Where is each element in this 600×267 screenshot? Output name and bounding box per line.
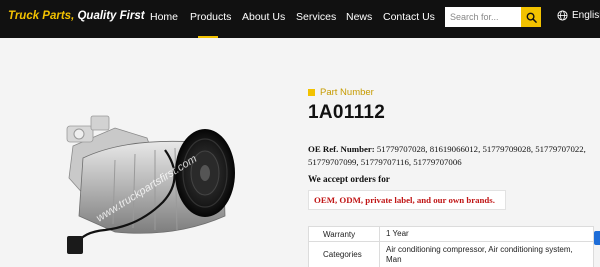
spec-value-categories: Air conditioning compressor, Air conditi… — [379, 241, 594, 267]
search-input[interactable] — [445, 7, 521, 27]
product-image[interactable]: www.truckpartsfirst.com — [55, 98, 245, 263]
brand-options-text: OEM, ODM, private label, and our own bra… — [314, 195, 495, 205]
nav-news[interactable]: News — [346, 11, 372, 23]
nav-products[interactable]: Products — [190, 11, 231, 23]
nav-home[interactable]: Home — [150, 11, 178, 23]
spec-value-warranty: 1 Year — [379, 226, 594, 242]
active-nav-indicator — [198, 36, 218, 38]
part-number: 1A01112 — [308, 102, 386, 123]
part-number-label: Part Number — [308, 87, 374, 98]
search-icon — [526, 12, 537, 23]
globe-icon — [557, 10, 568, 21]
top-navbar: Truck Parts, Quality First Home Products… — [0, 0, 600, 38]
accept-orders-text: We accept orders for — [308, 174, 390, 184]
site-logo[interactable]: Truck Parts, Quality First — [8, 10, 145, 22]
logo-text-primary: Truck Parts, — [8, 10, 75, 22]
spec-key-warranty: Warranty — [308, 226, 380, 242]
language-label: English — [572, 10, 600, 21]
compressor-image: www.truckpartsfirst.com — [66, 115, 235, 254]
side-widget-tab[interactable] — [594, 231, 600, 245]
brand-options-box: OEM, ODM, private label, and our own bra… — [308, 190, 506, 210]
spec-key-categories: Categories — [308, 241, 380, 267]
search-button[interactable] — [521, 7, 541, 27]
nav-about-us[interactable]: About Us — [242, 11, 285, 23]
nav-services[interactable]: Services — [296, 11, 336, 23]
spec-table: Warranty 1 Year Categories Air condition… — [308, 226, 594, 267]
part-number-label-text: Part Number — [320, 87, 374, 98]
oe-reference: OE Ref. Number: 51779707028, 81619066012… — [308, 143, 593, 169]
language-switcher[interactable]: English — [557, 10, 600, 21]
accent-square-icon — [308, 89, 315, 96]
search-box — [445, 7, 541, 27]
table-row: Warranty 1 Year — [308, 226, 594, 242]
oe-label: OE Ref. Number: — [308, 144, 375, 154]
nav-contact-us[interactable]: Contact Us — [383, 11, 435, 23]
table-row: Categories Air conditioning compressor, … — [308, 241, 594, 267]
logo-text-secondary: Quality First — [77, 10, 145, 22]
